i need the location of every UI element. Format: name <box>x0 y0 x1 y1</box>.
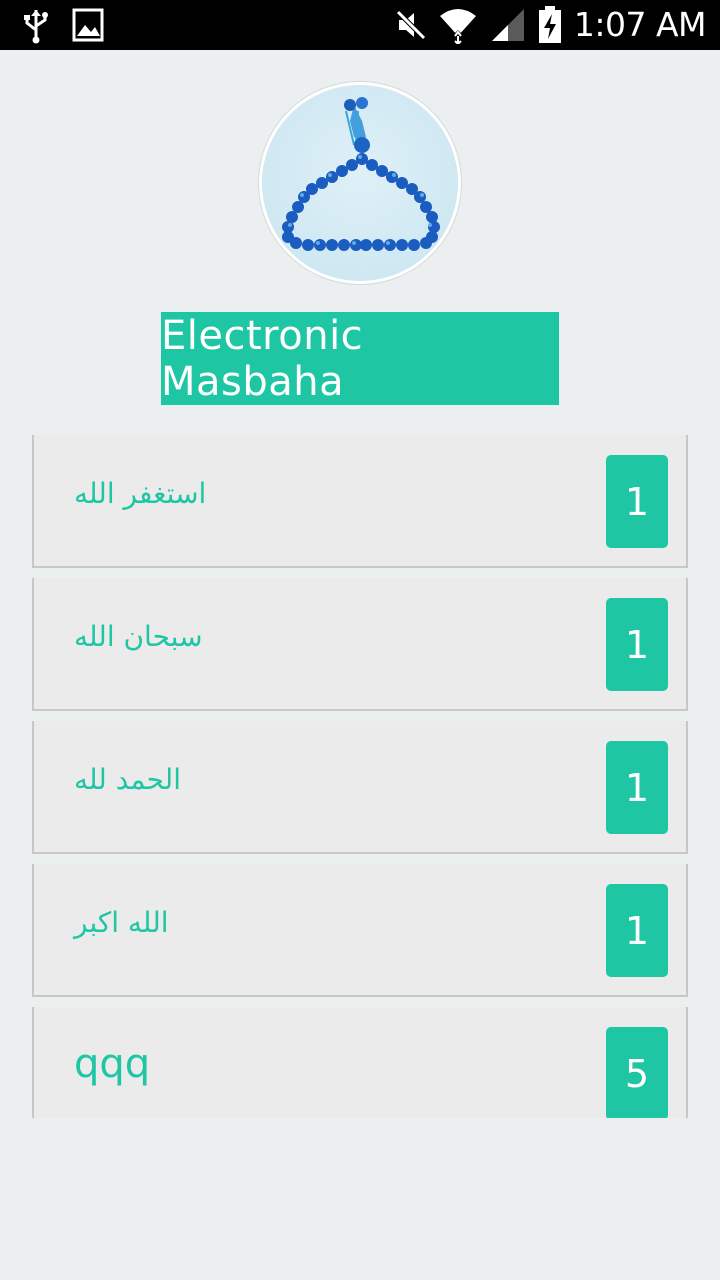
dhikr-label: استغفر الله <box>74 477 207 510</box>
counter-button[interactable]: 1 <box>606 884 668 977</box>
app-logo <box>259 82 461 284</box>
dhikr-list: استغفر الله 1 سبحان الله 1 الحمد لله 1 ا… <box>32 435 688 1118</box>
status-bar: 1:07 AM <box>0 0 720 50</box>
dhikr-item-custom[interactable]: qqq 5 <box>32 1007 688 1118</box>
dhikr-item-astaghfirullah[interactable]: استغفر الله 1 <box>32 435 688 568</box>
signal-icon <box>490 7 526 43</box>
counter-button[interactable]: 1 <box>606 741 668 834</box>
dhikr-label: الله اكبر <box>74 906 169 939</box>
status-clock: 1:07 AM <box>573 5 707 44</box>
wifi-icon <box>438 6 478 44</box>
counter-button[interactable]: 5 <box>606 1027 668 1118</box>
counter-button[interactable]: 1 <box>606 455 668 548</box>
dhikr-label: qqq <box>74 1041 151 1087</box>
counter-button[interactable]: 1 <box>606 598 668 691</box>
prayer-beads-icon <box>282 97 440 251</box>
mute-icon <box>396 8 426 42</box>
app-title-banner: Electronic Masbaha <box>161 312 559 405</box>
battery-charging-icon <box>538 6 562 44</box>
usb-icon <box>22 8 50 44</box>
dhikr-item-alhamdulillah[interactable]: الحمد لله 1 <box>32 721 688 854</box>
image-icon <box>72 8 104 44</box>
app-title: Electronic Masbaha <box>161 312 364 405</box>
dhikr-item-allahu-akbar[interactable]: الله اكبر 1 <box>32 864 688 997</box>
dhikr-label: الحمد لله <box>74 763 181 796</box>
dhikr-item-subhanallah[interactable]: سبحان الله 1 <box>32 578 688 711</box>
dhikr-label: سبحان الله <box>74 620 203 653</box>
